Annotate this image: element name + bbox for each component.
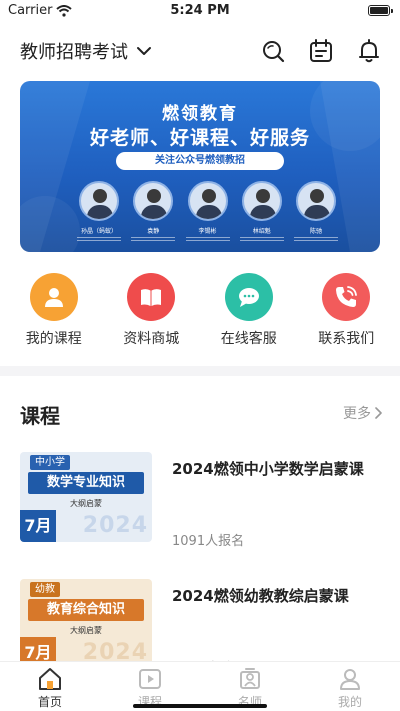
exam-type-label: 教师招聘考试 <box>20 42 128 63</box>
bottom-tab-bar: 首页 课程 名师 我的 <box>0 661 400 711</box>
tab-profile[interactable]: 我的 <box>310 662 390 711</box>
teacher-desc-lines <box>131 237 176 241</box>
courses-section-title: 课程 <box>20 404 60 428</box>
teacher-card: 陈驰 <box>292 181 340 241</box>
thumb-tag: 中小学 <box>30 455 70 470</box>
teacher-name: 陈驰 <box>309 228 322 235</box>
course-title: 2024燃领中小学数学启蒙课 <box>172 460 364 478</box>
quick-item-online-support[interactable]: 在线客服 <box>204 273 294 348</box>
section-divider <box>0 366 400 376</box>
status-bar: Carrier 5:24 PM <box>0 0 400 22</box>
search-icon <box>263 41 285 63</box>
quick-icon-bg <box>127 273 176 321</box>
home-icon <box>39 668 61 690</box>
chevron-down-icon <box>137 47 151 55</box>
quick-menu: 我的课程 资料商城 在线客服 联系我们 <box>0 273 400 348</box>
teacher-name: 林绍魁 <box>252 228 271 235</box>
teacher-photo <box>296 181 336 221</box>
notification-button[interactable] <box>356 38 382 64</box>
quick-icon-bg <box>29 273 78 321</box>
quick-icon-bg <box>322 273 371 321</box>
status-time: 5:24 PM <box>170 3 230 18</box>
bell-icon <box>359 39 379 63</box>
header: 教师招聘考试 <box>0 30 400 74</box>
course-title: 2024燃领幼教教综启蒙课 <box>172 587 349 605</box>
teacher-card: 李锡彬 <box>184 181 232 241</box>
banner-slogan: 好老师、好课程、好服务 <box>89 127 310 149</box>
tab-label: 首页 <box>37 695 62 709</box>
teacher-photo <box>187 181 228 221</box>
teacher-name: 李锡彬 <box>198 228 217 235</box>
teacher-photo <box>241 181 282 221</box>
book-icon <box>141 289 162 306</box>
teacher-card: 袁静 <box>129 181 177 241</box>
quick-item-materials-store[interactable]: 资料商城 <box>106 273 196 348</box>
teacher-name: 袁静 <box>147 228 160 235</box>
calendar-icon <box>310 39 332 62</box>
person-icon <box>44 288 63 307</box>
thumb-year: 2024 <box>82 513 148 538</box>
teacher-desc-lines <box>185 237 230 241</box>
calendar-button[interactable] <box>308 38 334 64</box>
thumb-main-title: 数学专业知识 <box>28 472 144 494</box>
thumb-main-title: 教育综合知识 <box>28 599 144 621</box>
user-icon <box>340 669 360 690</box>
battery-icon <box>368 5 393 16</box>
teacher-photo <box>79 181 119 221</box>
teacher-desc-lines <box>294 237 338 241</box>
quick-label: 资料商城 <box>123 331 180 347</box>
course-thumbnail: 幼教 教育综合知识 大纲启蒙 7月 2024 <box>20 579 152 669</box>
teacher-icon <box>240 668 260 689</box>
thumb-month: 7月 <box>20 510 56 542</box>
course-signups: 1091人报名 <box>172 534 245 549</box>
chevron-right-icon <box>375 407 382 419</box>
exam-type-selector[interactable]: 教师招聘考试 <box>20 38 152 64</box>
teacher-desc-lines <box>77 237 121 241</box>
banner-brand: 燃领教育 <box>162 104 238 124</box>
home-indicator <box>133 704 267 708</box>
quick-label: 联系我们 <box>318 331 375 347</box>
quick-label: 我的课程 <box>25 331 82 347</box>
thumb-subtitle: 大纲启蒙 <box>70 626 102 635</box>
header-actions <box>260 38 382 64</box>
tab-home[interactable]: 首页 <box>10 662 90 711</box>
thumb-subtitle: 大纲启蒙 <box>70 499 102 508</box>
search-button[interactable] <box>260 38 286 64</box>
thumb-tag: 幼教 <box>30 582 60 597</box>
promo-banner[interactable]: 燃领教育 好老师、好课程、好服务 关注公众号燃领教招 孙晶（蚂蚁） 袁静 李锡彬… <box>20 81 380 252</box>
quick-item-my-courses[interactable]: 我的课程 <box>9 273 99 348</box>
teacher-name: 孙晶（蚂蚁） <box>80 228 117 235</box>
more-label: 更多 <box>343 406 371 422</box>
course-card[interactable]: 中小学 数学专业知识 大纲启蒙 7月 2024 2024燃领中小学数学启蒙课 1… <box>20 452 380 552</box>
phone-icon <box>336 286 358 307</box>
play-icon <box>139 669 161 689</box>
teacher-card: 林绍魁 <box>238 181 286 241</box>
teacher-desc-lines <box>239 237 284 241</box>
teacher-photo <box>133 181 174 221</box>
quick-item-contact-us[interactable]: 联系我们 <box>301 273 391 348</box>
more-courses-link[interactable]: 更多 <box>343 403 382 423</box>
tab-label: 我的 <box>337 695 362 709</box>
banner-teachers: 孙晶（蚂蚁） 袁静 李锡彬 林绍魁 陈驰 <box>75 181 340 241</box>
teacher-card: 孙晶（蚂蚁） <box>75 181 123 241</box>
quick-icon-bg <box>224 273 273 321</box>
banner-tag: 关注公众号燃领教招 <box>116 152 284 170</box>
course-thumbnail: 中小学 数学专业知识 大纲启蒙 7月 2024 <box>20 452 152 542</box>
chat-icon <box>238 288 259 307</box>
quick-label: 在线客服 <box>220 331 277 347</box>
